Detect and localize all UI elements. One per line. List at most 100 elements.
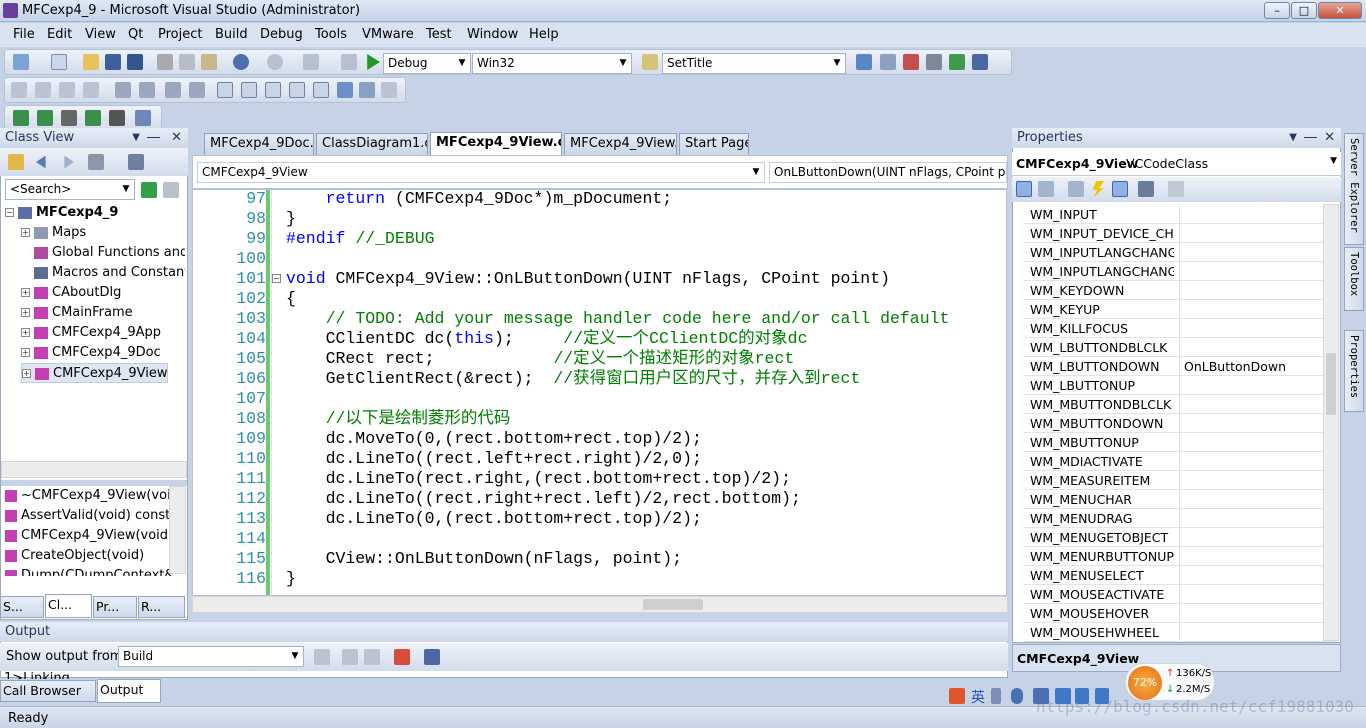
property-value[interactable] xyxy=(1179,281,1184,300)
property-row[interactable]: WM_MENUCHAR xyxy=(1024,490,1336,509)
dropdown-arrow-icon[interactable]: ▼ xyxy=(132,128,140,148)
tree-item-mfcexp4-9[interactable]: − MFCexp4_9 xyxy=(5,203,118,223)
property-value[interactable] xyxy=(1179,623,1184,642)
solution-configuration-select[interactable]: Debug ▼ xyxy=(383,53,471,74)
messages-icon[interactable] xyxy=(1112,181,1128,197)
expander-icon[interactable]: + xyxy=(21,228,30,237)
property-row[interactable]: WM_MOUSEHOVER xyxy=(1024,604,1336,623)
clear-search-icon[interactable] xyxy=(163,182,179,198)
property-value[interactable] xyxy=(1179,414,1184,433)
property-value[interactable] xyxy=(1179,205,1184,224)
paste-icon[interactable] xyxy=(201,54,217,70)
property-row[interactable]: WM_MENUGETOBJECT xyxy=(1024,528,1336,547)
property-value[interactable] xyxy=(1179,566,1184,585)
cancel-build-icon[interactable] xyxy=(109,110,125,126)
properties-icon[interactable] xyxy=(1068,181,1084,197)
property-row[interactable]: WM_MOUSEACTIVATE xyxy=(1024,585,1336,604)
next-bookmark-icon[interactable] xyxy=(265,82,281,98)
menu-qt[interactable]: Qt xyxy=(128,27,143,42)
property-value[interactable] xyxy=(1179,490,1184,509)
property-value[interactable] xyxy=(1179,528,1184,547)
code-line[interactable]: //以下是绘制菱形的代码 xyxy=(286,409,511,429)
pin-icon[interactable]: ― xyxy=(147,128,160,148)
members-vscrollbar[interactable] xyxy=(169,486,186,574)
net-gauge[interactable]: 72% xyxy=(1128,666,1162,700)
collapse-icon[interactable]: − xyxy=(272,274,281,283)
categorized-icon[interactable] xyxy=(1016,181,1032,197)
tree-item-cmfcexp4-9app[interactable]: + CMFCexp4_9App xyxy=(21,323,161,343)
menu-file[interactable]: File xyxy=(13,27,35,42)
code-line[interactable]: } xyxy=(286,569,296,589)
class-combo[interactable]: CMFCexp4_9View ▼ xyxy=(197,162,765,183)
expander-icon[interactable]: + xyxy=(21,308,30,317)
property-row[interactable]: WM_KILLFOCUS xyxy=(1024,319,1336,338)
member-item[interactable]: CreateObject(void) xyxy=(5,546,171,566)
ime-language[interactable]: 英 xyxy=(971,687,985,707)
word-wrap-icon[interactable] xyxy=(424,649,440,665)
add-item-icon[interactable] xyxy=(51,54,67,70)
find-in-files-icon[interactable] xyxy=(642,54,658,70)
property-value[interactable] xyxy=(1179,547,1184,566)
object-browser-icon[interactable] xyxy=(903,54,919,70)
clear-all-icon[interactable] xyxy=(394,649,410,665)
member-combo[interactable]: OnLButtonDown(UINT nFlags, CPoint point) xyxy=(769,162,1007,183)
member-item[interactable]: AssertValid(void) const xyxy=(5,506,171,526)
solution-platform-select[interactable]: Win32 ▼ xyxy=(472,53,632,74)
property-row[interactable]: WM_INPUT xyxy=(1024,205,1336,224)
view-settings-icon[interactable] xyxy=(88,154,104,170)
property-value[interactable] xyxy=(1179,509,1184,528)
output-source-select[interactable]: Build ▼ xyxy=(118,646,304,667)
tree-item-cmfcexp4-9doc[interactable]: + CMFCexp4_9Doc xyxy=(21,343,161,363)
punctuation-icon[interactable] xyxy=(991,688,1001,704)
previous-bookmark-icon[interactable] xyxy=(241,82,257,98)
tab-start-page[interactable]: Start Page xyxy=(679,133,749,155)
code-editor[interactable]: 97 return (CMFCexp4_9Doc*)m_pDocument; 98… xyxy=(192,189,1007,596)
server-explorer-tab[interactable]: Server Explorer xyxy=(1344,133,1364,245)
complete-word-icon[interactable] xyxy=(83,82,99,98)
quick-info-icon[interactable] xyxy=(59,82,75,98)
menu-view[interactable]: View xyxy=(85,27,116,42)
property-row[interactable]: WM_MENURBUTTONUP xyxy=(1024,547,1336,566)
expander-icon[interactable]: + xyxy=(21,288,30,297)
property-row[interactable]: WM_LBUTTONDOWN OnLButtonDown xyxy=(1024,357,1336,376)
menu-project[interactable]: Project xyxy=(158,27,202,42)
events-icon[interactable] xyxy=(1092,181,1105,197)
parameter-info-icon[interactable] xyxy=(35,82,51,98)
code-line[interactable]: return (CMFCexp4_9Doc*)m_pDocument; xyxy=(286,190,673,209)
property-value[interactable]: OnLButtonDown xyxy=(1179,357,1286,376)
tree-item-cmainframe[interactable]: + CMainFrame xyxy=(21,303,133,323)
property-row[interactable]: WM_MEASUREITEM xyxy=(1024,471,1336,490)
property-value[interactable] xyxy=(1179,338,1184,357)
property-row[interactable]: WM_MBUTTONDBLCLK xyxy=(1024,395,1336,414)
properties-scroll-thumb[interactable] xyxy=(1326,353,1336,415)
code-line[interactable]: dc.LineTo(0,(rect.bottom+rect.top)/2); xyxy=(286,509,702,529)
property-row[interactable]: WM_MBUTTONDOWN xyxy=(1024,414,1336,433)
code-line[interactable]: dc.LineTo((rect.left+rect.right)/2,0); xyxy=(286,449,702,469)
clear-bookmarks-icon[interactable] xyxy=(381,82,397,98)
editor-hscroll-thumb[interactable] xyxy=(643,599,703,610)
menu-edit[interactable]: Edit xyxy=(47,27,72,42)
tree-item-maps[interactable]: + Maps xyxy=(21,223,86,243)
uncomment-icon[interactable] xyxy=(189,82,205,98)
find-message-icon[interactable] xyxy=(314,649,330,665)
back-arrow-icon[interactable] xyxy=(36,155,46,169)
property-pages-icon[interactable] xyxy=(1168,181,1184,197)
tab-output[interactable]: Output xyxy=(97,679,161,703)
property-row[interactable]: WM_MENUSELECT xyxy=(1024,566,1336,585)
copy-icon[interactable] xyxy=(179,54,195,70)
build-solution-icon[interactable] xyxy=(61,110,77,126)
class-view-search-input[interactable]: <Search> ▼ xyxy=(5,179,135,200)
solution-explorer-icon[interactable] xyxy=(856,54,872,70)
code-line[interactable]: CClientDC dc(this); //定义一个CClientDC的对象dc xyxy=(286,329,808,349)
menu-debug[interactable]: Debug xyxy=(260,27,303,42)
dropdown-arrow-icon[interactable]: ▼ xyxy=(1289,128,1297,148)
tab-resource-view[interactable]: R... xyxy=(138,596,185,618)
property-row[interactable]: WM_MBUTTONUP xyxy=(1024,433,1336,452)
tree-item-global-functions-and-variables[interactable]: Global Functions and Variables xyxy=(21,243,185,263)
dropdown-arrow-icon[interactable]: ▼ xyxy=(1330,156,1337,166)
tab-mfcexp4-9doc-h[interactable]: MFCexp4_9Doc.h xyxy=(204,133,314,155)
property-row[interactable]: WM_LBUTTONUP xyxy=(1024,376,1336,395)
properties-object-select[interactable]: CMFCexp4_9View VCCodeClass ▼ xyxy=(1012,152,1341,176)
save-icon[interactable] xyxy=(105,54,121,70)
code-line[interactable]: CView::OnLButtonDown(nFlags, point); xyxy=(286,549,682,569)
